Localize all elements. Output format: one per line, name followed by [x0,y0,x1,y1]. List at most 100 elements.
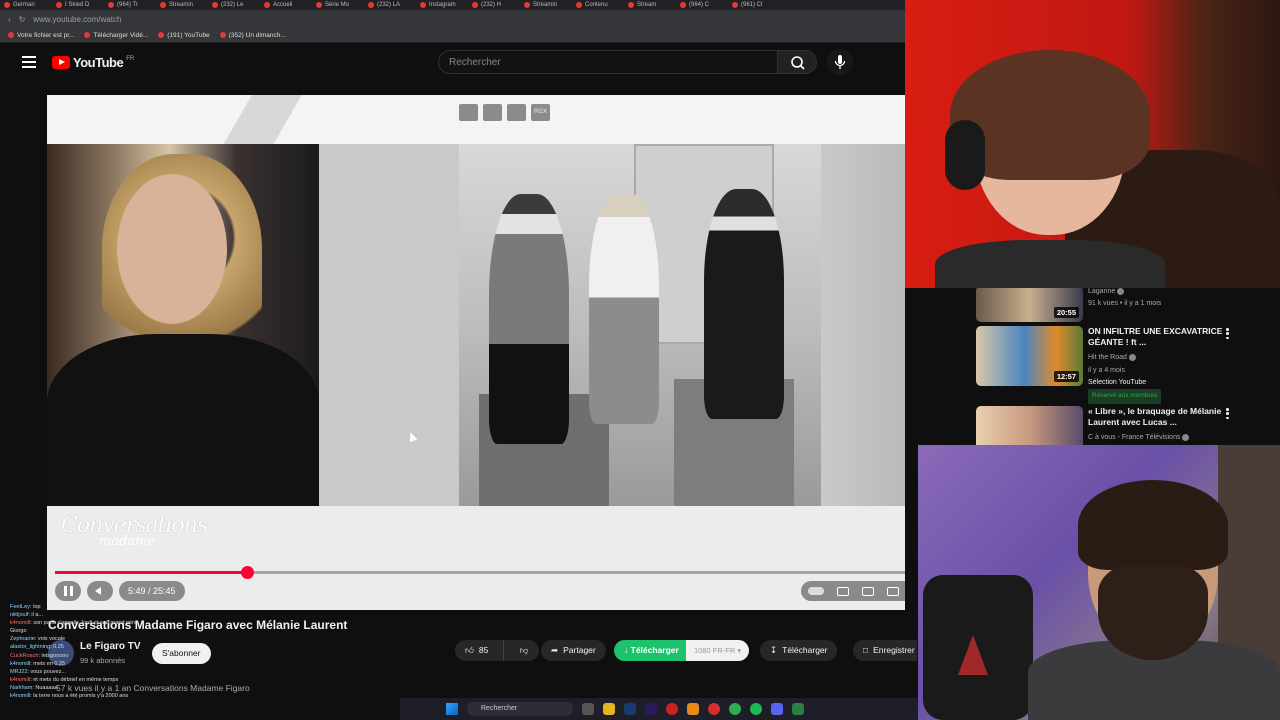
browser-tab[interactable]: Streamin [524,0,574,10]
pip-icon[interactable] [459,104,478,121]
premiere-icon[interactable] [645,703,657,715]
like-dislike-group: 👍︎ 85 👎︎ [455,640,539,661]
related-video-2[interactable]: « Libre », le braquage de Mélanie Lauren… [976,406,1276,445]
share-label: Partager [563,645,596,655]
browser-tab[interactable]: (964) C [680,0,730,10]
chat-user: k4nomill [10,660,31,667]
app-icon[interactable] [792,703,804,715]
related-channel: C à vous - France Télévisions [1088,432,1190,445]
windows-start-icon[interactable] [446,703,458,715]
chat-message: Narkham: Nuaaaaa [10,684,58,691]
youtube-logo[interactable]: YouTube FR [52,55,134,70]
browser-tab[interactable]: Instagram [420,0,470,10]
subtitles-icon[interactable] [836,586,849,596]
related-video-1[interactable]: 12:57 ON INFILTRE UNE EXCAVATRICE GÉANTE… [976,326,1276,404]
related-video-0[interactable]: 20:55 Laganne 91 k vues • il y a 1 mois [976,288,1276,324]
download-label: Télécharger [782,645,828,655]
back-icon[interactable]: ‹ [8,15,11,24]
chat-text: top [32,604,41,610]
chat-user: FeetLey [10,604,30,610]
video-thumbnail[interactable] [976,406,1083,445]
search-button[interactable] [777,50,817,74]
logo-word: YouTube [73,55,124,70]
browser-tab[interactable]: (232) H [472,0,522,10]
tab-favicon-icon [212,2,218,8]
browser-tab[interactable]: Stream [628,0,678,10]
url-text[interactable]: www.youtube.com/watch [33,15,121,24]
subscribe-button[interactable]: S'abonner [152,643,211,664]
browser-tab[interactable]: Accueil [264,0,314,10]
browser-tab[interactable]: I Skied D [56,0,106,10]
tab-favicon-icon [4,2,10,8]
search-input[interactable]: Rechercher [438,50,778,74]
tab-label: (232) H [481,2,502,8]
tab-label: (232) LA [377,2,401,8]
progress-scrubber[interactable] [241,566,255,579]
browser-tab[interactable]: (232) Le [212,0,262,10]
volume-button[interactable] [87,581,113,601]
video-player[interactable]: RGX Conversations madame 5:49 / 25:45 [47,95,905,610]
skip-icon[interactable] [507,104,526,121]
tab-favicon-icon [264,2,270,8]
spotify-icon[interactable] [750,703,762,715]
browser-tab[interactable]: Contenu [576,0,626,10]
bookmark-favicon-icon [8,32,14,38]
browser-tab[interactable]: (232) LA [368,0,418,10]
miniplayer-icon[interactable] [886,586,899,596]
related-title[interactable]: « Libre », le braquage de Mélanie Lauren… [1088,406,1224,428]
share-button[interactable]: ➦ Partager [541,640,606,661]
dislike-button[interactable]: 👎︎ [509,640,539,661]
file-explorer-icon[interactable] [603,703,615,715]
download-quality-select[interactable]: 1080 FR-FR ▾ [686,640,750,661]
task-view-icon[interactable] [582,703,594,715]
chat-message: k4nomill: et mets du débrief en même tem… [10,676,119,683]
related-videos: 20:55 Laganne 91 k vues • il y a 1 mois … [962,288,1280,445]
extension-download-button[interactable]: ↓ Télécharger [614,640,689,661]
like-button[interactable]: 👍︎ 85 [455,640,505,661]
share-icon: ➦ [551,645,559,655]
bookmark-item[interactable]: (352) Un dimanch... [219,32,286,39]
settings-icon[interactable] [861,586,874,596]
save-button[interactable]: □ Enregistrer [853,640,917,661]
video-thumbnail[interactable]: 20:55 [976,288,1083,322]
bookmark-item[interactable]: Télécharger Vidé... [84,32,148,39]
browser-tab[interactable]: German [4,0,54,10]
reload-icon[interactable]: ↻ [19,15,26,24]
opera-icon[interactable] [666,703,678,715]
region-code: FR [126,55,135,62]
chat-message: alastor_lightning: 0.25 [10,644,64,651]
exit-icon[interactable] [483,104,502,121]
voice-search-button[interactable] [827,49,853,75]
discord-icon[interactable] [771,703,783,715]
tab-label: Streamin [169,2,194,8]
tab-favicon-icon [420,2,426,8]
photoshop-icon[interactable] [624,703,636,715]
address-bar[interactable]: ‹ ↻ www.youtube.com/watch [0,10,905,28]
more-options-icon[interactable] [1226,408,1229,419]
bookmark-item[interactable]: Votre fichier est pr... [8,32,74,39]
tab-favicon-icon [628,2,634,8]
chat-text: Nuaaaaa [35,684,58,691]
rgx-icon[interactable]: RGX [531,104,550,121]
youtube-header: YouTube FR Rechercher [0,43,905,83]
pause-button[interactable] [55,581,81,601]
chrome-icon[interactable] [729,703,741,715]
more-options-icon[interactable] [1226,334,1229,345]
browser-tab[interactable]: (964) Tr [108,0,158,10]
autoplay-toggle[interactable] [807,587,824,595]
guest-webcam [918,445,1280,720]
chat-message: FeetLey: top [10,604,41,610]
bookmark-item[interactable]: (191) YouTube [158,32,210,39]
record-icon[interactable] [708,703,720,715]
download-button[interactable]: ↧ Télécharger [760,640,838,661]
taskbar-search[interactable]: Rechercher [467,702,573,716]
hamburger-menu-icon[interactable] [22,56,36,68]
video-thumbnail[interactable]: 12:57 [976,326,1083,386]
browser-tab[interactable]: Streamin [160,0,210,10]
firefox-icon[interactable] [687,703,699,715]
browser-tab[interactable]: Série Mo [316,0,366,10]
browser-tab[interactable]: (961) Cl [732,0,782,10]
chat-message: Zephranie: voix vocale [10,636,66,643]
related-title[interactable]: ON INFILTRE UNE EXCAVATRICE GÉANTE ! ft … [1088,326,1224,348]
tab-label: Instagram [429,2,456,8]
